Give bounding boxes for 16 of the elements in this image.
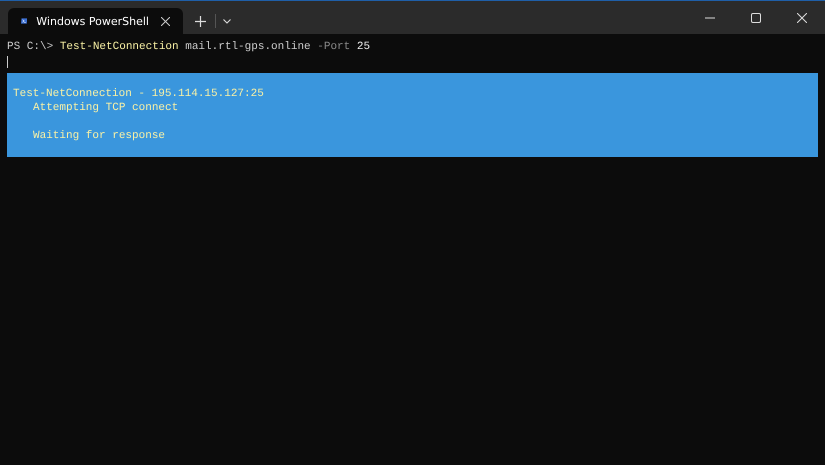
command-parameter: -Port: [317, 40, 350, 54]
text-cursor: [7, 56, 8, 68]
progress-activity: Test-NetConnection - 195.114.15.127:25: [13, 87, 265, 101]
close-icon: [797, 12, 807, 22]
command-argument: mail.rtl-gps.online: [185, 40, 311, 54]
progress-status: Attempting TCP connect: [32, 101, 180, 115]
chevron-down-icon: [223, 18, 231, 24]
progress-status: Waiting for response: [32, 129, 166, 143]
prompt-text: PS C:\>: [7, 40, 54, 54]
powershell-icon: [21, 16, 28, 26]
close-icon: [161, 16, 170, 26]
parameter-value: 25: [356, 40, 370, 54]
tab[interactable]: Windows PowerShell: [8, 8, 183, 34]
plus-icon: [194, 16, 206, 26]
command-name: Test-NetConnection: [60, 40, 179, 54]
maximize-icon: [751, 12, 761, 22]
